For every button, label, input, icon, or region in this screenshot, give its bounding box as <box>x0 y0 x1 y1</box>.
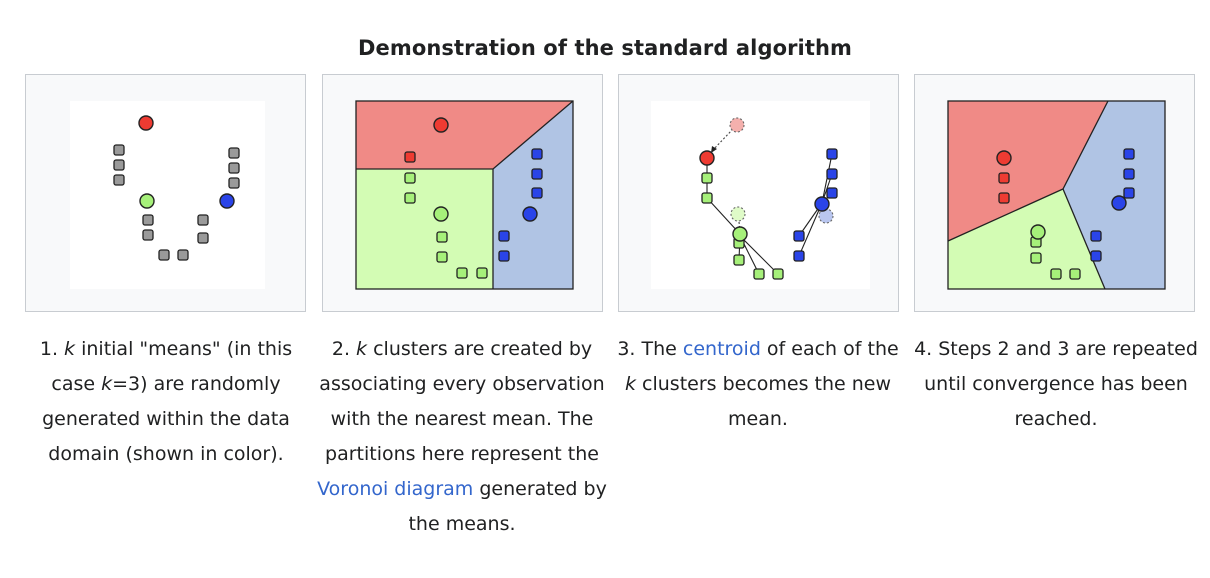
observation-point <box>793 230 805 242</box>
observation-point <box>1123 168 1135 180</box>
blue-mean <box>1111 195 1127 211</box>
old-red-mean <box>729 117 745 133</box>
observation-point <box>436 231 448 243</box>
observation-point <box>177 249 189 261</box>
step-2-caption: 2. k clusters are created by associating… <box>317 332 607 542</box>
observation-point <box>197 232 209 244</box>
observation-point <box>998 192 1010 204</box>
caption-italic-k: k <box>356 338 368 360</box>
old-green-mean <box>730 206 746 222</box>
observation-point <box>142 214 154 226</box>
observation-point <box>701 172 713 184</box>
step-4-panel <box>914 74 1195 312</box>
new-green-mean <box>732 226 748 242</box>
step-1-caption: 1. k initial "means" (in this case k=3) … <box>21 332 311 472</box>
caption-number: 3. <box>617 338 636 360</box>
new-blue-mean <box>814 196 830 212</box>
observation-point <box>436 251 448 263</box>
observation-point <box>531 168 543 180</box>
red-mean <box>996 150 1012 166</box>
observation-point <box>498 250 510 262</box>
blue-mean <box>522 206 538 222</box>
observation-point <box>158 249 170 261</box>
caption-italic-k: k <box>624 373 636 395</box>
green-mean <box>433 206 449 222</box>
voronoi-diagram-link[interactable]: Voronoi diagram <box>317 478 473 500</box>
observation-point <box>826 187 838 199</box>
observation-point <box>998 172 1010 184</box>
caption-italic-k: k <box>64 338 76 360</box>
green-mean <box>139 193 155 209</box>
observation-point <box>404 192 416 204</box>
centroid-link[interactable]: centroid <box>683 338 761 360</box>
observation-point <box>113 144 125 156</box>
step-4-diagram <box>947 100 1166 290</box>
caption-text: of each of the <box>760 338 899 360</box>
caption-number: 2. <box>331 338 350 360</box>
step-2-panel <box>322 74 603 312</box>
step-1-diagram <box>70 101 265 289</box>
observation-point <box>1123 187 1135 199</box>
observation-point <box>772 268 784 280</box>
observation-point <box>1050 268 1062 280</box>
observation-point <box>531 148 543 160</box>
observation-point <box>498 230 510 242</box>
observation-point <box>404 172 416 184</box>
new-red-mean <box>699 150 715 166</box>
caption-text: clusters becomes the new mean. <box>635 373 892 430</box>
observation-point <box>826 148 838 160</box>
observation-point <box>753 268 765 280</box>
red-mean <box>433 117 449 133</box>
red-points <box>404 151 416 163</box>
observation-point <box>228 147 240 159</box>
observation-point <box>531 187 543 199</box>
step-1-panel <box>25 74 306 312</box>
observation-point <box>1069 268 1081 280</box>
blue-mean <box>219 193 235 209</box>
observation-point <box>793 250 805 262</box>
observation-point <box>826 168 838 180</box>
observation-point <box>733 254 745 266</box>
step-2-diagram <box>355 100 574 290</box>
green-mean <box>1030 224 1046 240</box>
step-3-diagram <box>651 101 870 289</box>
observation-point <box>197 214 209 226</box>
caption-text: Steps 2 and 3 are repeated until converg… <box>924 338 1198 430</box>
green-region <box>356 169 493 289</box>
observation-point <box>1123 148 1135 160</box>
observation-point <box>476 267 488 279</box>
observation-point <box>1090 250 1102 262</box>
observation-point <box>113 159 125 171</box>
observation-point <box>456 267 468 279</box>
caption-number: 1. <box>39 338 58 360</box>
plot-background <box>70 101 265 289</box>
step-4-caption: 4. Steps 2 and 3 are repeated until conv… <box>911 332 1201 437</box>
step-3-caption: 3. The centroid of each of the k cluster… <box>613 332 903 437</box>
caption-italic-k: k <box>101 373 113 395</box>
caption-text: The <box>641 338 683 360</box>
caption-number: 4. <box>914 338 933 360</box>
step-3-panel <box>618 74 899 312</box>
observation-point <box>1090 230 1102 242</box>
red-mean <box>138 115 154 131</box>
observation-point <box>701 192 713 204</box>
observation-point <box>142 229 154 241</box>
observation-point <box>404 151 416 163</box>
observation-point <box>1030 252 1042 264</box>
observation-point <box>228 177 240 189</box>
figure-title: Demonstration of the standard algorithm <box>357 36 853 60</box>
observation-point <box>228 162 240 174</box>
observation-point <box>113 174 125 186</box>
